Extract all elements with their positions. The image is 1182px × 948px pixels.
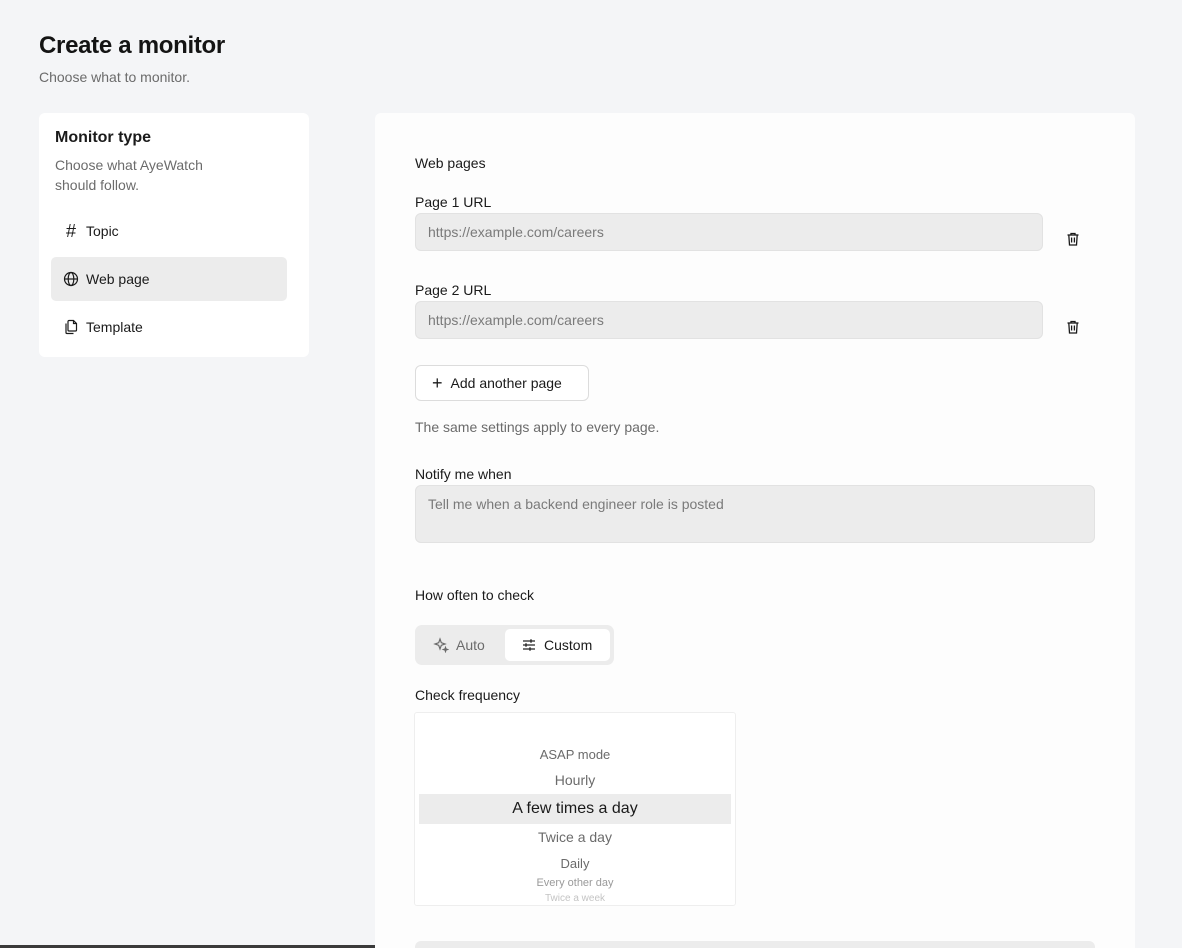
add-another-page-label: Add another page: [450, 375, 562, 391]
sparkle-icon: [433, 637, 449, 653]
web-pages-heading: Web pages: [415, 155, 486, 171]
monitor-type-description: Choose what AyeWatch should follow.: [55, 157, 203, 193]
monitor-type-title: Monitor type: [55, 129, 151, 146]
globe-icon: [63, 271, 79, 287]
page-subtitle: Choose what to monitor.: [39, 69, 190, 85]
picker-option[interactable]: Every other day: [415, 877, 735, 889]
frequency-heading: How often to check: [415, 587, 535, 603]
monitor-type-template[interactable]: Template: [51, 305, 287, 349]
delete-page-1-button[interactable]: [1063, 229, 1083, 249]
monitor-type-list: # Topic Web page Template: [51, 209, 287, 353]
page-2-url-input[interactable]: https://example.com/careers: [415, 301, 1043, 339]
frequency-mode-toggle: Auto Custom: [415, 625, 614, 665]
check-frequency-picker[interactable]: ASAP mode Hourly A few times a day Twice…: [414, 712, 736, 906]
picker-option[interactable]: Twice a week: [415, 893, 735, 904]
frequency-auto-button[interactable]: Auto: [419, 629, 505, 661]
hash-icon: #: [65, 221, 76, 241]
settings-helper-text: The same settings apply to every page.: [415, 419, 660, 435]
frequency-custom-button[interactable]: Custom: [505, 629, 610, 661]
copy-icon: [63, 319, 79, 335]
picker-option[interactable]: Daily: [415, 856, 735, 871]
picker-selected-option[interactable]: A few times a day: [419, 794, 731, 824]
page-1-url-label: Page 1 URL: [415, 194, 492, 210]
frequency-custom-label: Custom: [544, 637, 593, 653]
frequency-auto-label: Auto: [456, 637, 485, 653]
add-another-page-button[interactable]: + Add another page: [415, 365, 589, 401]
picker-option[interactable]: Twice a day: [415, 829, 735, 845]
page-2-url-label: Page 2 URL: [415, 282, 492, 298]
next-field-stub: [415, 941, 1095, 948]
picker-option[interactable]: ASAP mode: [415, 747, 735, 762]
sliders-icon: [523, 639, 535, 651]
page-1-url-input[interactable]: https://example.com/careers: [415, 213, 1043, 251]
monitor-type-web-page[interactable]: Web page: [51, 257, 287, 301]
page-title: Create a monitor: [39, 32, 225, 59]
delete-page-2-button[interactable]: [1063, 317, 1083, 337]
monitor-type-label: Web page: [86, 271, 150, 287]
monitor-type-label: Topic: [86, 223, 119, 239]
notify-label: Notify me when: [415, 466, 512, 482]
monitor-type-topic[interactable]: # Topic: [51, 209, 287, 253]
plus-icon: +: [432, 373, 443, 393]
trash-icon: [1067, 320, 1079, 334]
monitor-type-card: Monitor type Choose what AyeWatch should…: [39, 113, 309, 357]
monitor-form-panel: Web pages Page 1 URL https://example.com…: [375, 113, 1135, 948]
trash-icon: [1067, 232, 1079, 246]
monitor-type-label: Template: [86, 319, 143, 335]
notify-textarea[interactable]: Tell me when a backend engineer role is …: [415, 485, 1095, 543]
picker-option[interactable]: Hourly: [415, 772, 735, 788]
check-frequency-label: Check frequency: [415, 687, 521, 703]
